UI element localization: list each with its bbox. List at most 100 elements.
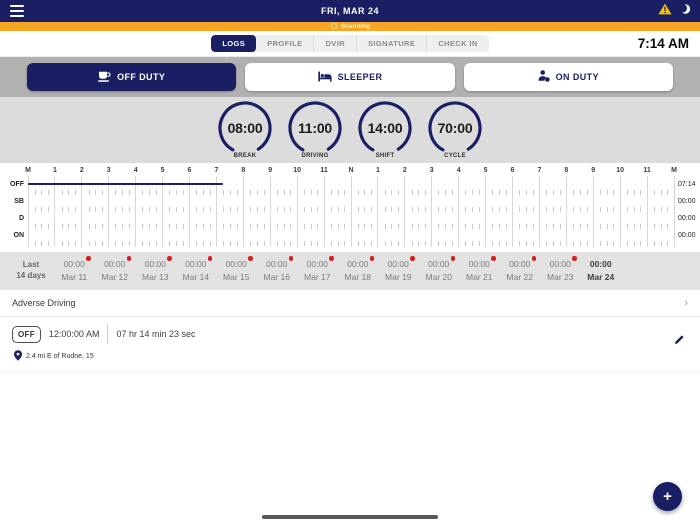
day-mar-19[interactable]: 00:00 Mar 19 bbox=[378, 256, 419, 284]
quarter-tick bbox=[606, 241, 608, 246]
quarter-tick bbox=[317, 190, 319, 195]
day-mar-24[interactable]: 00:00 Mar 24 bbox=[581, 258, 622, 284]
quarter-tick bbox=[276, 224, 278, 229]
hamburger-icon[interactable] bbox=[10, 5, 24, 17]
day-mar-15[interactable]: 00:00 Mar 15 bbox=[216, 256, 257, 284]
quarter-tick bbox=[290, 190, 292, 195]
quarter-tick bbox=[41, 224, 43, 229]
tab-signature[interactable]: SIGNATURE bbox=[356, 35, 426, 52]
quarter-tick bbox=[229, 241, 231, 246]
edit-log-button[interactable] bbox=[672, 331, 687, 350]
quarter-tick bbox=[283, 207, 285, 212]
hos-gauges: 08:00 BREAK 11:00 DRIVING 14:00 SHIFT 70:00 CYC… bbox=[0, 97, 700, 163]
moon-icon[interactable] bbox=[678, 2, 691, 20]
quarter-tick bbox=[344, 224, 346, 229]
quarter-tick bbox=[155, 207, 157, 212]
log-entry-row: OFF 12:00:00 AM 07 hr 14 min 23 sec 2.4 … bbox=[0, 317, 700, 372]
quarter-tick bbox=[128, 190, 130, 195]
quarter-tick bbox=[438, 190, 440, 195]
hour-label: 9 bbox=[268, 167, 273, 174]
home-indicator-bar[interactable] bbox=[262, 515, 438, 519]
adverse-driving-row[interactable]: Adverse Driving › bbox=[0, 290, 700, 317]
quarter-tick bbox=[155, 224, 157, 229]
quarter-tick bbox=[519, 224, 521, 229]
day-mar-18[interactable]: 00:00 Mar 18 bbox=[338, 256, 379, 284]
quarter-tick bbox=[411, 224, 413, 229]
quarter-tick bbox=[256, 241, 258, 246]
row-label-off: OFF bbox=[10, 181, 24, 188]
day-total-time: 00:00 bbox=[185, 256, 213, 271]
quarter-tick bbox=[169, 241, 171, 246]
hour-label: 10 bbox=[293, 167, 302, 174]
quarter-tick bbox=[176, 190, 178, 195]
quarter-tick bbox=[202, 207, 204, 212]
day-mar-23[interactable]: 00:00 Mar 23 bbox=[540, 256, 581, 284]
on-duty-button[interactable]: ON DUTY bbox=[463, 63, 673, 91]
quarter-tick bbox=[478, 207, 480, 212]
tab-logs[interactable]: LOGS bbox=[211, 35, 257, 52]
quarter-tick bbox=[115, 207, 117, 212]
quarter-tick bbox=[525, 207, 527, 212]
day-mar-22[interactable]: 00:00 Mar 22 bbox=[500, 256, 541, 284]
quarter-tick bbox=[398, 190, 400, 195]
quarter-tick bbox=[276, 207, 278, 212]
hour-gridline bbox=[431, 176, 433, 247]
eld-app: FRI, MAR 24 Scanning LOGS PROFILE DVIR S… bbox=[0, 0, 700, 525]
quarter-tick bbox=[176, 241, 178, 246]
quarter-tick bbox=[579, 224, 581, 229]
warning-triangle-icon[interactable] bbox=[658, 2, 672, 20]
day-total-time: 00:00 bbox=[388, 256, 415, 271]
tab-profile[interactable]: PROFILE bbox=[256, 35, 313, 52]
quarter-tick bbox=[492, 207, 494, 212]
quarter-tick bbox=[95, 224, 97, 229]
quarter-tick bbox=[223, 224, 225, 229]
plus-icon: + bbox=[663, 488, 672, 505]
hour-label: 8 bbox=[564, 167, 569, 174]
add-event-button[interactable]: + bbox=[653, 482, 682, 511]
violation-dot bbox=[531, 256, 537, 261]
day-mar-11[interactable]: 00:00 Mar 11 bbox=[54, 256, 95, 284]
day-mar-21[interactable]: 00:00 Mar 21 bbox=[459, 256, 500, 284]
day-date: Mar 19 bbox=[385, 272, 412, 282]
quarter-tick bbox=[660, 190, 662, 195]
quarter-tick bbox=[209, 224, 211, 229]
quarter-tick bbox=[68, 207, 70, 212]
violation-dot bbox=[572, 256, 577, 261]
quarter-tick bbox=[418, 207, 420, 212]
quarter-tick bbox=[640, 190, 642, 195]
hour-label: 7 bbox=[537, 167, 542, 174]
day-mar-12[interactable]: 00:00 Mar 12 bbox=[95, 256, 136, 284]
quarter-tick bbox=[391, 207, 393, 212]
quarter-tick bbox=[209, 207, 211, 212]
quarter-tick bbox=[451, 190, 453, 195]
day-mar-17[interactable]: 00:00 Mar 17 bbox=[297, 256, 338, 284]
quarter-tick bbox=[573, 224, 575, 229]
tab-dvir[interactable]: DVIR bbox=[313, 35, 356, 52]
quarter-tick bbox=[519, 190, 521, 195]
day-mar-20[interactable]: 00:00 Mar 20 bbox=[419, 256, 460, 284]
off-duty-label: OFF DUTY bbox=[117, 72, 166, 82]
day-mar-14[interactable]: 00:00 Mar 14 bbox=[176, 256, 217, 284]
quarter-tick bbox=[599, 207, 601, 212]
tab-check-in[interactable]: CHECK IN bbox=[426, 35, 488, 52]
day-mar-16[interactable]: 00:00 Mar 16 bbox=[257, 256, 298, 284]
graph-grid[interactable] bbox=[27, 176, 675, 247]
day-mar-13[interactable]: 00:00 Mar 13 bbox=[135, 256, 176, 284]
sleeper-button[interactable]: SLEEPER bbox=[245, 63, 455, 91]
quarter-tick bbox=[250, 241, 252, 246]
quarter-tick bbox=[149, 190, 151, 195]
quarter-tick bbox=[472, 241, 474, 246]
quarter-tick bbox=[283, 224, 285, 229]
quarter-tick bbox=[465, 190, 467, 195]
hour-gridline bbox=[377, 176, 379, 247]
quarter-tick bbox=[384, 241, 386, 246]
quarter-tick bbox=[310, 224, 312, 229]
quarter-tick bbox=[653, 207, 655, 212]
violation-dot bbox=[207, 256, 213, 261]
quarter-tick bbox=[102, 207, 104, 212]
quarter-tick bbox=[142, 224, 144, 229]
quarter-tick bbox=[586, 224, 588, 229]
quarter-tick bbox=[398, 224, 400, 229]
off-duty-button[interactable]: OFF DUTY bbox=[27, 63, 237, 91]
quarter-tick bbox=[263, 207, 265, 212]
